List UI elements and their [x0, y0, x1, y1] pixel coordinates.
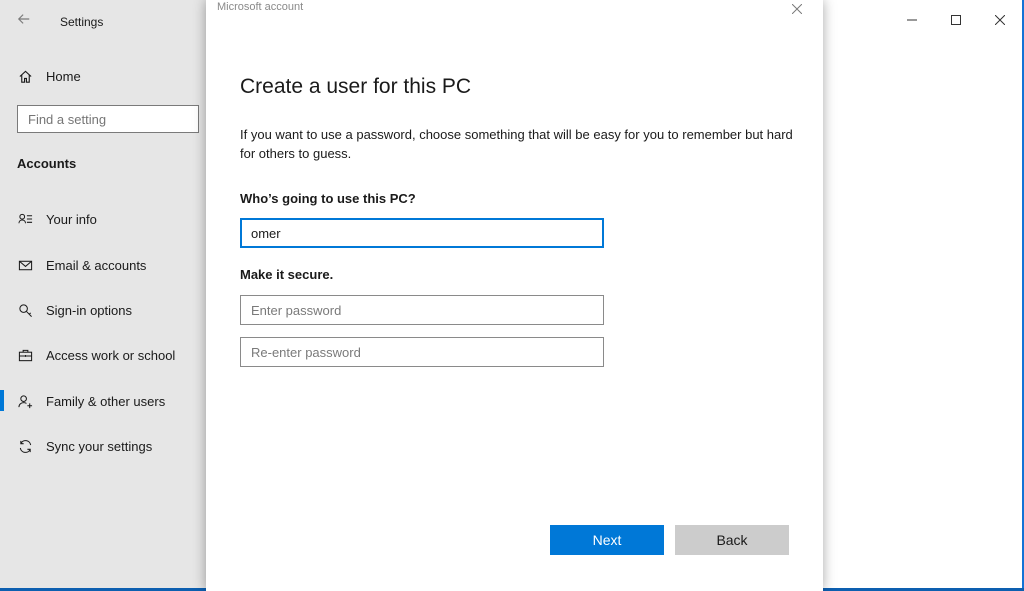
minimize-button[interactable] — [902, 10, 922, 30]
who-label: Who’s going to use this PC? — [240, 191, 416, 206]
sidebar-item-email-accounts[interactable]: Email & accounts — [0, 248, 206, 282]
sidebar-item-label: Home — [46, 68, 81, 84]
reenter-password-field[interactable] — [240, 337, 604, 367]
sidebar-item-your-info[interactable]: Your info — [0, 202, 206, 236]
sidebar-item-label: Sign-in options — [46, 302, 132, 318]
username-field[interactable] — [240, 218, 604, 248]
next-button[interactable]: Next — [550, 525, 664, 555]
minimize-icon — [907, 19, 917, 21]
password-field[interactable] — [240, 295, 604, 325]
maximize-button[interactable] — [946, 10, 966, 30]
dialog-heading: Create a user for this PC — [240, 75, 472, 98]
sidebar-item-label: Your info — [46, 211, 97, 227]
microsoft-account-dialog: Microsoft account Create a user for this… — [206, 0, 823, 591]
dialog-description: If you want to use a password, choose so… — [240, 127, 793, 161]
sidebar-item-sign-in-options[interactable]: Sign-in options — [0, 293, 206, 327]
secure-label: Make it secure. — [240, 267, 334, 282]
mail-icon — [17, 257, 33, 273]
briefcase-icon — [17, 347, 33, 363]
section-title: Accounts — [17, 156, 77, 171]
add-person-icon — [17, 393, 33, 409]
back-button[interactable]: Back — [675, 525, 789, 555]
sidebar-item-sync-settings[interactable]: Sync your settings — [0, 429, 206, 463]
sidebar-item-home[interactable]: Home — [0, 59, 206, 93]
sidebar-item-label: Access work or school — [46, 347, 176, 363]
close-icon — [791, 3, 803, 15]
sidebar-item-label: Email & accounts — [46, 257, 147, 273]
back-arrow-icon[interactable] — [17, 12, 33, 28]
dialog-caption: Microsoft account — [217, 1, 304, 13]
maximize-icon — [951, 15, 961, 25]
close-icon — [995, 15, 1005, 25]
home-icon — [17, 68, 33, 84]
sync-icon — [17, 438, 33, 454]
close-button[interactable] — [990, 10, 1010, 30]
find-setting-input[interactable] — [17, 105, 199, 133]
settings-sidebar: Settings Home Accounts Your info Email &… — [0, 0, 206, 588]
key-icon — [17, 302, 33, 318]
app-title: Settings — [60, 15, 104, 29]
sidebar-item-label: Sync your settings — [46, 438, 153, 454]
sidebar-item-access-work[interactable]: Access work or school — [0, 338, 206, 372]
sidebar-item-label: Family & other users — [46, 393, 166, 409]
dialog-close-button[interactable] — [791, 0, 803, 18]
sidebar-item-family-other-users[interactable]: Family & other users — [0, 384, 206, 418]
person-card-icon — [17, 211, 33, 227]
